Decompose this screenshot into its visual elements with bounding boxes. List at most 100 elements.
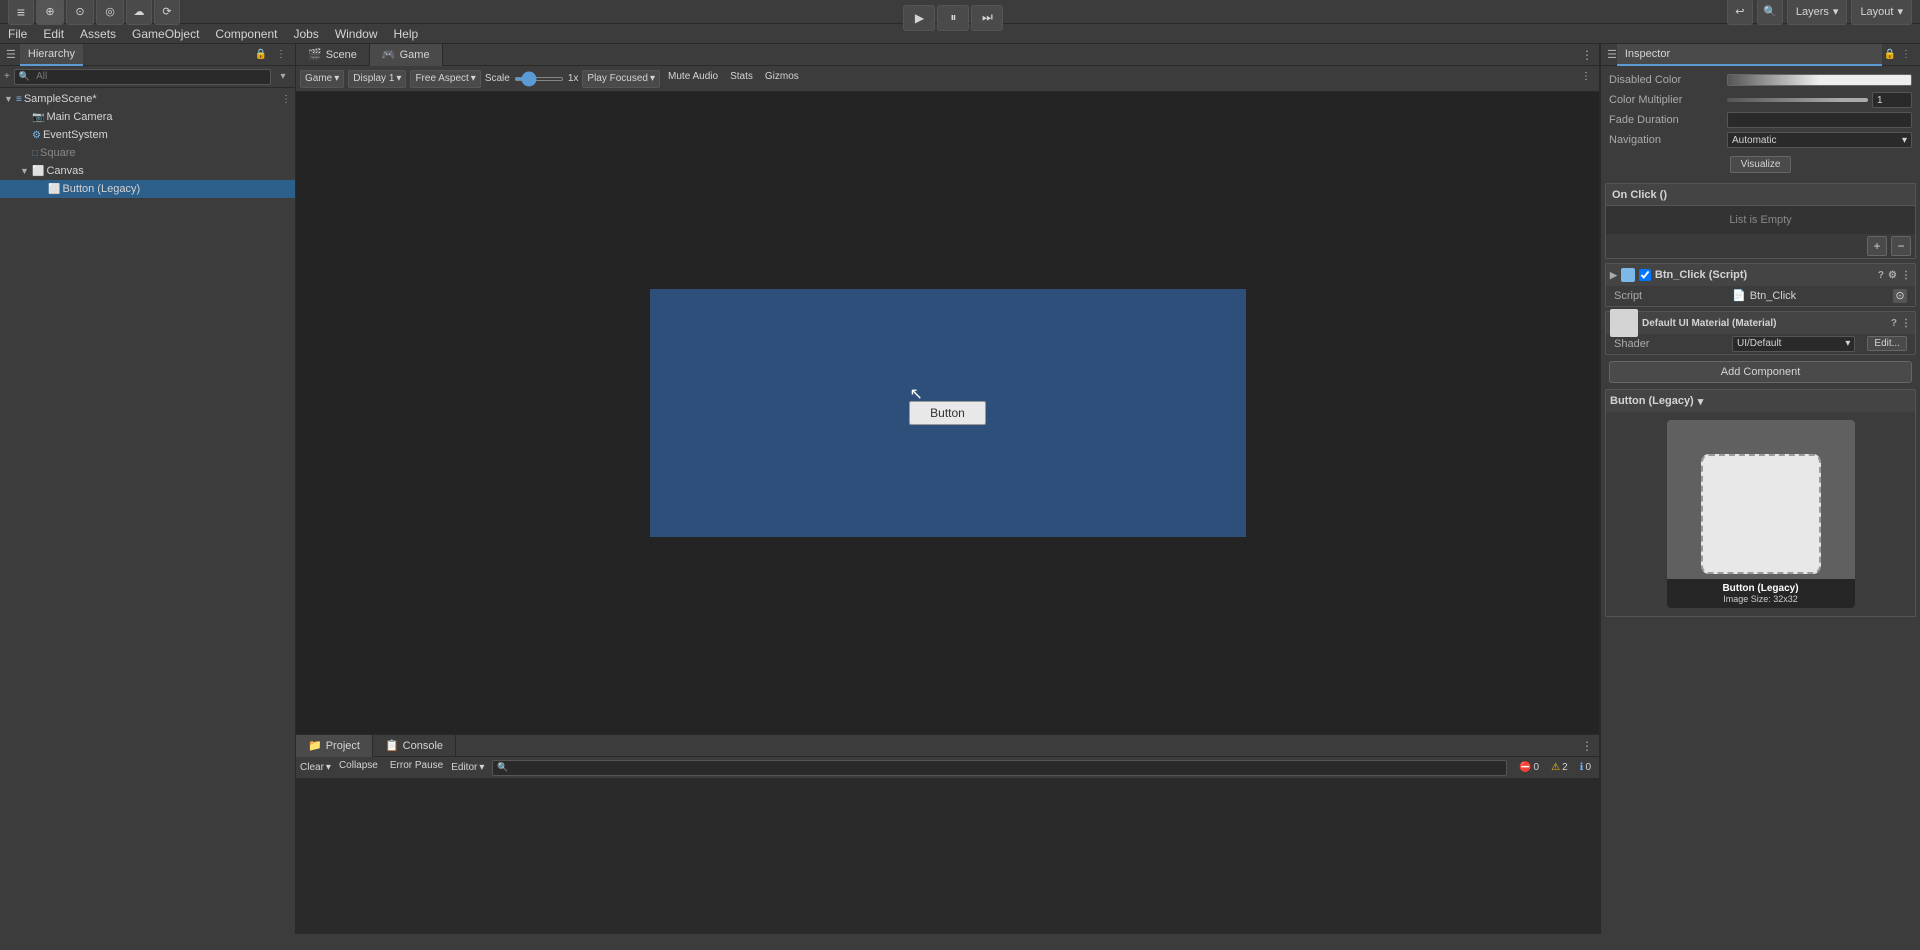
disabled-color-bar[interactable] [1727, 74, 1912, 86]
script-help-icon[interactable]: ? [1878, 270, 1884, 281]
shader-dropdown[interactable]: UI/Default ▾ [1732, 336, 1855, 352]
fade-duration-input[interactable]: 0.1 [1727, 112, 1912, 128]
stats-btn[interactable]: Stats [726, 70, 757, 88]
game-mode-dropdown[interactable]: Game ▾ [300, 70, 344, 88]
toolbar-pivot-btn[interactable]: ⊙ [66, 0, 94, 25]
inspector-more-icon[interactable]: ⋮ [1898, 47, 1914, 63]
toolbar-collab-btn[interactable]: ⟳ [154, 0, 180, 25]
script-settings-icon[interactable]: ⚙ [1888, 270, 1897, 281]
search-btn[interactable]: 🔍 [1757, 0, 1783, 25]
console-search-input[interactable] [509, 762, 1502, 773]
button-preview-tooltip: Button (Legacy) Image Size: 32x32 [1667, 579, 1855, 608]
aspect-dropdown[interactable]: Free Aspect ▾ [410, 70, 480, 88]
play-focused-dropdown[interactable]: Play Focused ▾ [582, 70, 660, 88]
scale-slider[interactable] [514, 77, 564, 81]
scene-name: SampleScene* [24, 93, 97, 105]
add-component-button[interactable]: Add Component [1609, 361, 1912, 383]
navigation-dropdown[interactable]: Automatic ▾ [1727, 132, 1912, 148]
inspector-tab[interactable]: Inspector [1617, 44, 1882, 66]
project-tab[interactable]: 📁 Project [296, 735, 373, 757]
search-icon: 🔍 [19, 71, 30, 82]
inspector-header: ☰ Inspector 🔒 ⋮ [1601, 44, 1920, 66]
toolbar-cloud-btn[interactable]: ☁ [126, 0, 152, 25]
step-button[interactable]: ⏭ [971, 5, 1003, 31]
canvas-expand-icon[interactable]: ▼ [20, 166, 30, 176]
gizmos-btn[interactable]: Gizmos [761, 70, 803, 88]
hierarchy-item-canvas[interactable]: ▼ ⬜ Canvas [0, 162, 295, 180]
material-help-icon[interactable]: ? [1891, 318, 1897, 329]
bottom-tab-more[interactable]: ⋮ [1575, 739, 1599, 753]
play-button[interactable]: ▶ [903, 5, 935, 31]
script-enabled-checkbox[interactable] [1639, 269, 1651, 281]
script-more-icon[interactable]: ⋮ [1901, 270, 1911, 281]
center-panel: 🎬 Scene 🎮 Game ⋮ Game ▾ Display 1 ▾ Free… [296, 44, 1600, 934]
script-label: Script [1614, 290, 1724, 302]
game-tab[interactable]: 🎮 Game [370, 44, 443, 66]
scale-label: Scale [485, 73, 510, 84]
onclick-add-btn[interactable]: + [1867, 236, 1887, 256]
pause-button[interactable]: ⏸ [937, 5, 969, 31]
game-button[interactable]: Button [909, 401, 986, 425]
button-legacy-section: Button (Legacy) ▾ Button (Legacy) Image … [1605, 389, 1916, 617]
info-badge: ℹ 0 [1576, 761, 1595, 774]
edit-btn[interactable]: Edit... [1867, 336, 1907, 351]
disabled-color-row: Disabled Color [1605, 70, 1916, 90]
color-multiplier-slider[interactable] [1727, 98, 1868, 102]
hierarchy-lock-icon[interactable]: 🔒 [253, 47, 269, 63]
script-target-icon[interactable]: ⊙ [1893, 289, 1907, 303]
project-tab-icon: 📁 [308, 739, 322, 752]
hierarchy-add-icon[interactable]: + [4, 71, 10, 82]
hierarchy-search-input[interactable] [32, 70, 266, 84]
hierarchy-item-button-legacy[interactable]: ⬜ Button (Legacy) [0, 180, 295, 198]
material-more-icon[interactable]: ⋮ [1901, 318, 1911, 329]
scene-tab-label: Scene [326, 49, 357, 61]
aspect-label: Free Aspect [415, 73, 468, 84]
center-tab-more[interactable]: ⋮ [1575, 48, 1599, 62]
toolbar-global-btn[interactable]: ◎ [96, 0, 124, 25]
unity-logo[interactable]: ≡ [8, 0, 34, 25]
fade-duration-label: Fade Duration [1609, 114, 1719, 126]
display-dropdown[interactable]: Display 1 ▾ [348, 70, 406, 88]
scene-more-icon[interactable]: ⋮ [281, 94, 291, 105]
console-tab[interactable]: 📋 Console [373, 735, 456, 757]
menu-edit[interactable]: Edit [35, 25, 72, 43]
hierarchy-tab[interactable]: Hierarchy [20, 44, 83, 66]
hierarchy-item-main-camera[interactable]: 📷 Main Camera [0, 108, 295, 126]
hierarchy-more-icon[interactable]: ⋮ [273, 47, 289, 63]
inspector-lock-icon[interactable]: 🔒 [1882, 47, 1898, 63]
undo-btn[interactable]: ↩ [1727, 0, 1753, 25]
game-toolbar-more[interactable]: ⋮ [1577, 70, 1595, 88]
menu-assets[interactable]: Assets [72, 25, 124, 43]
btn-click-expand-icon[interactable]: ▶ [1610, 270, 1617, 281]
preview-name: Button (Legacy) [1671, 583, 1851, 594]
layers-dropdown[interactable]: Layers ▾ [1787, 0, 1848, 25]
expand-icon[interactable]: ▼ [4, 94, 14, 104]
hierarchy-filter-icon[interactable]: ▾ [275, 69, 291, 85]
menu-file[interactable]: File [0, 25, 35, 43]
console-search: 🔍 [492, 760, 1507, 776]
info-icon: ℹ [1580, 762, 1584, 773]
button-preview-area: Button (Legacy) Image Size: 32x32 [1606, 412, 1915, 616]
hierarchy-item-samplescene[interactable]: ▼ ≡ SampleScene* ⋮ [0, 90, 295, 108]
center-tabs-bar: 🎬 Scene 🎮 Game ⋮ [296, 44, 1599, 66]
visualize-button[interactable]: Visualize [1730, 156, 1792, 173]
editor-dropdown[interactable]: Editor ▾ [451, 759, 484, 777]
clear-dropdown[interactable]: Clear ▾ [300, 759, 331, 777]
toolbar-transform-btn[interactable]: ⊕ [36, 0, 64, 25]
error-icon: ⛔ [1519, 762, 1531, 773]
collapse-btn[interactable]: Collapse [335, 759, 382, 777]
inspector-content: Disabled Color Color Multiplier Fade Dur… [1601, 66, 1920, 934]
mute-audio-btn[interactable]: Mute Audio [664, 70, 722, 88]
script-value: Btn_Click [1750, 290, 1796, 302]
scene-tab[interactable]: 🎬 Scene [296, 44, 370, 66]
color-multiplier-input[interactable] [1872, 92, 1912, 108]
layout-dropdown[interactable]: Layout ▾ [1851, 0, 1912, 25]
hierarchy-item-eventsystem[interactable]: ⚙ EventSystem [0, 126, 295, 144]
error-badge: ⛔ 0 [1515, 761, 1543, 774]
error-pause-btn[interactable]: Error Pause [386, 759, 447, 777]
navigation-row: Navigation Automatic ▾ [1605, 130, 1916, 150]
onclick-remove-btn[interactable]: − [1891, 236, 1911, 256]
warning-badge: ⚠ 2 [1547, 761, 1572, 774]
hierarchy-item-square[interactable]: □ Square [0, 144, 295, 162]
play-focused-label: Play Focused [587, 73, 648, 84]
